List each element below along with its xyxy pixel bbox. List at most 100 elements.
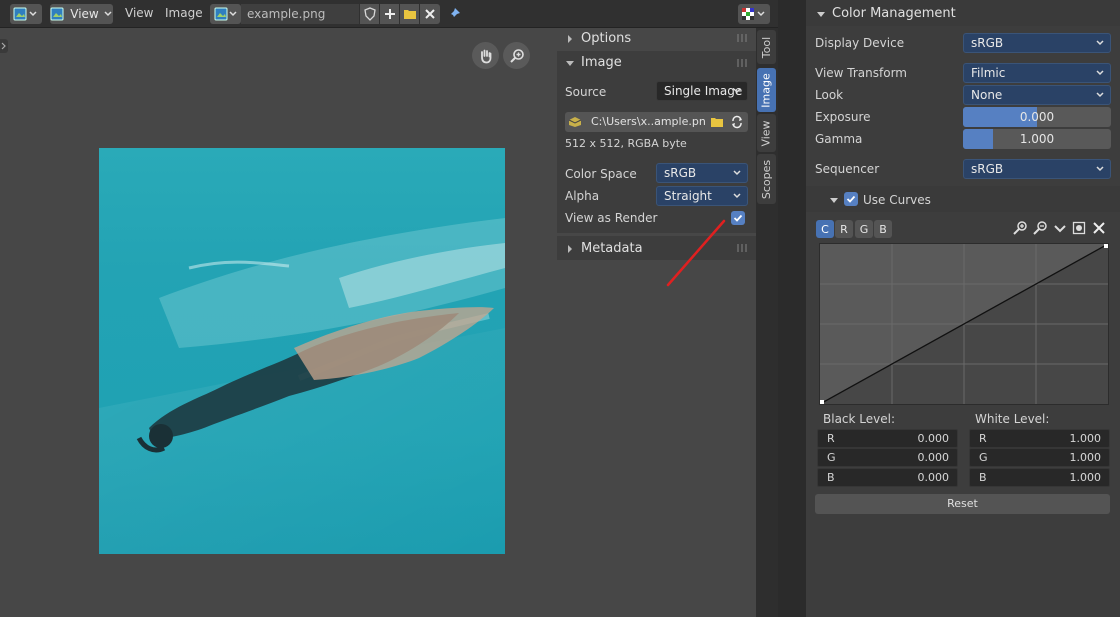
black-level-r-field[interactable]: R 0.000 — [817, 429, 958, 448]
white-level-b-field[interactable]: B 1.000 — [969, 468, 1110, 487]
checkmark-icon — [733, 214, 743, 222]
filepath-field[interactable]: C:\Users\x..ample.png — [585, 113, 706, 131]
new-image-button[interactable] — [380, 4, 399, 24]
channel-c-button[interactable]: C — [816, 220, 834, 238]
unlink-image-button[interactable] — [420, 4, 440, 24]
channel-r-button[interactable]: R — [835, 220, 853, 238]
curve-graph[interactable] — [819, 243, 1109, 405]
metadata-panel-header[interactable]: Metadata — [565, 241, 643, 256]
fake-user-button[interactable] — [360, 4, 379, 24]
curve-zoom-out-button[interactable] — [1032, 220, 1050, 238]
drag-grip[interactable] — [737, 59, 749, 67]
drag-grip[interactable] — [737, 34, 749, 42]
gamma-label: Gamma — [815, 132, 863, 146]
browse-file-button[interactable] — [707, 114, 726, 130]
pack-image-button[interactable] — [566, 114, 584, 130]
tab-tool[interactable]: Tool — [757, 30, 776, 64]
black-level-b-field[interactable]: B 0.000 — [817, 468, 958, 487]
chevron-down-icon — [1096, 166, 1104, 172]
reset-button[interactable]: Reset — [815, 494, 1110, 514]
chevron-right-icon — [568, 34, 572, 43]
image-info: 512 x 512, RGBA byte — [565, 137, 687, 150]
look-label: Look — [815, 88, 844, 102]
look-value: None — [971, 88, 1003, 102]
use-curves-label: Use Curves — [863, 193, 931, 207]
curve-clipping-button[interactable] — [1072, 221, 1088, 237]
alpha-dropdown[interactable]: Straight — [656, 186, 748, 206]
clipping-icon — [1072, 221, 1086, 235]
options-panel-header[interactable]: Options — [565, 31, 631, 46]
options-label: Options — [581, 31, 632, 46]
black-level-g-field[interactable]: G 0.000 — [817, 448, 958, 467]
chevron-down-icon — [1096, 40, 1104, 46]
view-as-render-label: View as Render — [565, 211, 658, 225]
pin-icon — [449, 8, 460, 19]
chevron-down-icon — [1096, 70, 1104, 76]
chevron-right-icon — [568, 244, 572, 253]
curve-tools-dropdown[interactable] — [1053, 220, 1069, 238]
pin-button[interactable] — [446, 6, 464, 22]
use-curves-checkbox[interactable] — [844, 192, 858, 206]
view-transform-dropdown[interactable]: Filmic — [963, 63, 1111, 83]
chevron-down-icon[interactable] — [829, 195, 839, 205]
toolbar-toggle-arrow[interactable] — [0, 39, 8, 53]
view-transform-value: Filmic — [971, 66, 1006, 80]
sequencer-dropdown[interactable]: sRGB — [963, 159, 1111, 179]
drag-grip[interactable] — [737, 244, 749, 252]
chevron-down-icon — [1096, 92, 1104, 98]
view-as-render-checkbox[interactable] — [731, 211, 745, 225]
source-dropdown[interactable]: Single Image — [656, 81, 748, 101]
black-level-label: Black Level: — [823, 412, 895, 426]
reset-label: Reset — [947, 497, 978, 510]
curve-zoom-in-button[interactable] — [1012, 220, 1030, 238]
display-device-dropdown[interactable]: sRGB — [963, 33, 1111, 53]
checker-icon — [742, 8, 765, 20]
menu-image[interactable]: Image — [165, 6, 203, 20]
curve-reset-button[interactable] — [1092, 221, 1108, 237]
alpha-label: Alpha — [565, 189, 600, 203]
zoom-out-icon — [1033, 221, 1047, 235]
editor-type-button[interactable] — [10, 4, 42, 24]
open-image-button[interactable] — [400, 4, 419, 24]
gamma-slider[interactable]: 1.000 — [963, 129, 1111, 149]
chevron-down-icon — [733, 88, 741, 94]
package-icon — [568, 117, 582, 127]
view-menu-button[interactable]: View — [50, 4, 113, 24]
pan-view-button[interactable] — [472, 42, 499, 69]
reload-icon — [731, 115, 742, 129]
tab-view[interactable]: View — [757, 114, 776, 152]
reload-image-button[interactable] — [727, 114, 746, 130]
gamma-value: 1.000 — [1019, 132, 1055, 146]
menu-view[interactable]: View — [125, 6, 153, 20]
color-management-header[interactable]: Color Management — [816, 6, 956, 21]
editor-divider[interactable] — [778, 0, 806, 617]
white-level-g-field[interactable]: G 1.000 — [969, 448, 1110, 467]
exposure-slider[interactable]: 0.000 — [963, 107, 1111, 127]
image-name-field[interactable]: example.png — [241, 4, 359, 24]
underwater-swimmer-photo — [99, 148, 505, 554]
zoom-view-button[interactable] — [503, 42, 530, 69]
alpha-value: Straight — [664, 189, 712, 203]
chevron-down-icon — [817, 11, 825, 17]
tab-scopes[interactable]: Scopes — [757, 154, 776, 204]
hand-icon — [480, 49, 491, 63]
white-level-r-field[interactable]: R 1.000 — [969, 429, 1110, 448]
image-viewport[interactable] — [0, 28, 557, 617]
exposure-value: 0.000 — [1019, 110, 1055, 124]
image-editor-icon — [13, 7, 37, 21]
display-channels-button[interactable] — [738, 4, 770, 24]
sequencer-value: sRGB — [971, 162, 1004, 176]
plus-icon — [384, 9, 395, 19]
colorspace-dropdown[interactable]: sRGB — [656, 163, 748, 183]
chevron-right-icon — [1, 42, 6, 50]
image-browse-button[interactable] — [210, 4, 241, 24]
folder-icon — [403, 10, 416, 19]
look-dropdown[interactable]: None — [963, 85, 1111, 105]
tab-image[interactable]: Image — [757, 68, 776, 112]
display-device-label: Display Device — [815, 36, 905, 50]
image-panel-header[interactable]: Image — [565, 55, 622, 70]
sidebar-panel: Options Image Source Single Image C:\Use… — [557, 28, 756, 617]
display-device-value: sRGB — [971, 36, 1004, 50]
channel-b-button[interactable]: B — [874, 220, 892, 238]
channel-g-button[interactable]: G — [855, 220, 873, 238]
